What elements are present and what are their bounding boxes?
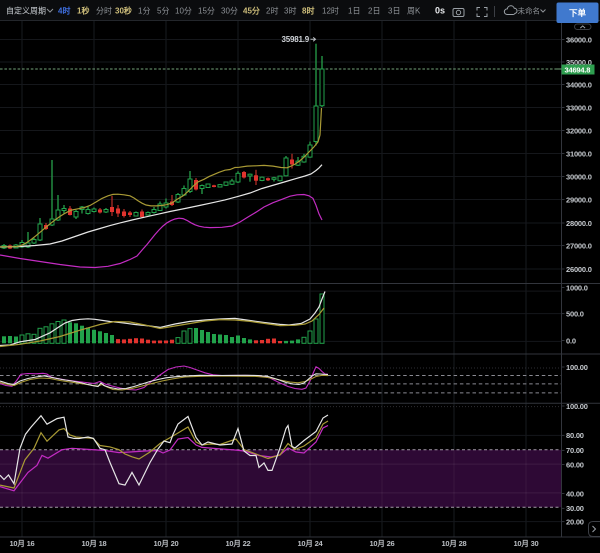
svg-text:0s: 0s xyxy=(435,6,445,16)
svg-text:0.0: 0.0 xyxy=(566,336,576,345)
svg-text:45分: 45分 xyxy=(243,6,260,16)
svg-text:10月 28: 10月 28 xyxy=(441,539,466,548)
svg-text:10月 16: 10月 16 xyxy=(9,539,34,548)
svg-text:28000.0: 28000.0 xyxy=(566,219,592,228)
svg-text:35981.9: 35981.9 xyxy=(281,35,309,44)
svg-text:30.00: 30.00 xyxy=(566,504,584,513)
svg-text:20.00: 20.00 xyxy=(566,517,584,526)
svg-text:60.00: 60.00 xyxy=(566,460,584,469)
svg-text:10月 22: 10月 22 xyxy=(225,539,250,548)
svg-text:1分: 1分 xyxy=(138,7,150,16)
svg-text:1日: 1日 xyxy=(348,7,360,16)
svg-text:3时: 3时 xyxy=(284,6,296,16)
svg-text:8时: 8时 xyxy=(302,6,314,16)
svg-text:10月 24: 10月 24 xyxy=(297,539,323,548)
svg-text:2日: 2日 xyxy=(368,7,380,16)
svg-text:30000.0: 30000.0 xyxy=(566,172,592,181)
svg-text:分时: 分时 xyxy=(96,6,112,16)
svg-text:31000.0: 31000.0 xyxy=(566,149,592,158)
svg-text:10分: 10分 xyxy=(175,7,192,16)
svg-text:27000.0: 27000.0 xyxy=(566,241,592,250)
svg-text:32000.0: 32000.0 xyxy=(566,126,592,135)
svg-text:1000.0: 1000.0 xyxy=(566,283,588,292)
svg-text:80.00: 80.00 xyxy=(566,431,584,440)
svg-text:100.00: 100.00 xyxy=(566,402,588,411)
svg-text:周K: 周K xyxy=(407,7,421,16)
svg-text:34000.0: 34000.0 xyxy=(566,80,592,89)
svg-text:10月 18: 10月 18 xyxy=(81,539,106,548)
svg-text:2时: 2时 xyxy=(266,6,278,16)
svg-text:40.00: 40.00 xyxy=(566,489,584,498)
svg-text:12时: 12时 xyxy=(322,6,339,16)
svg-text:100.00: 100.00 xyxy=(566,363,588,372)
svg-text:500.0: 500.0 xyxy=(566,309,584,318)
svg-text:10月 20: 10月 20 xyxy=(153,539,178,548)
svg-text:36000.0: 36000.0 xyxy=(566,35,592,44)
svg-text:未命名: 未命名 xyxy=(518,6,541,16)
svg-text:30分: 30分 xyxy=(221,7,238,16)
svg-text:1秒: 1秒 xyxy=(77,6,89,16)
svg-text:33000.0: 33000.0 xyxy=(566,103,592,112)
svg-text:3日: 3日 xyxy=(388,7,400,16)
svg-text:10月 30: 10月 30 xyxy=(513,539,538,548)
svg-text:70.00: 70.00 xyxy=(566,446,584,455)
svg-text:26000.0: 26000.0 xyxy=(566,265,592,274)
svg-text:30秒: 30秒 xyxy=(115,6,132,16)
svg-text:5分: 5分 xyxy=(157,7,169,16)
svg-text:4时: 4时 xyxy=(58,6,70,16)
svg-text:下单: 下单 xyxy=(569,8,587,18)
svg-text:34694.8: 34694.8 xyxy=(565,65,591,74)
svg-text:10月 26: 10月 26 xyxy=(369,539,394,548)
svg-text:自定义周期: 自定义周期 xyxy=(6,6,46,16)
svg-text:29000.0: 29000.0 xyxy=(566,195,592,204)
svg-text:15分: 15分 xyxy=(198,7,215,16)
